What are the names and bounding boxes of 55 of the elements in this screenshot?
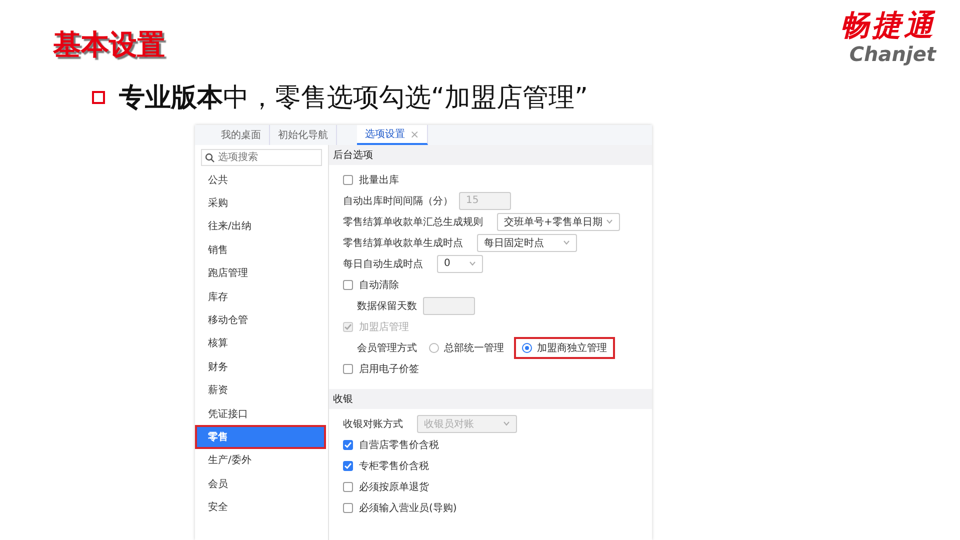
slide-title: 基本设置 <box>53 27 165 63</box>
search-field[interactable]: 选项搜索 <box>201 149 322 166</box>
sidebar-item[interactable]: 库存 <box>195 284 328 308</box>
sidebar-item[interactable]: 财务 <box>195 355 328 379</box>
field-label: 零售结算单收款单汇总生成规则 <box>343 216 483 228</box>
field-label: 每日自动生成时点 <box>343 258 423 270</box>
search-icon <box>205 153 215 163</box>
sidebar-item[interactable]: 薪资 <box>195 378 328 402</box>
dropdown[interactable]: 0 <box>437 254 483 272</box>
logo-latin: Chanjet <box>849 42 936 66</box>
caret-icon <box>503 421 510 426</box>
checkbox-label: 自营店零售价含税 <box>359 438 439 452</box>
checkbox-label: 专柜零售价含税 <box>359 460 429 472</box>
field-label: 零售结算单收款单生成时点 <box>343 236 463 250</box>
sidebar-item[interactable]: 核算 <box>195 332 328 356</box>
tab[interactable]: 选项设置 × <box>357 125 428 145</box>
bullet-text: 专业版本中，零售选项勾选“加盟店管理” <box>119 82 588 115</box>
tab[interactable]: 我的桌面 <box>213 125 270 145</box>
sidebar-item[interactable]: 生产/委外 <box>195 448 328 472</box>
caret-icon <box>563 240 570 245</box>
sidebar-item[interactable]: 零售 <box>195 425 326 449</box>
checkbox[interactable] <box>343 174 353 184</box>
field-label: 自动出库时间间隔（分） <box>343 194 453 208</box>
sidebar-item[interactable]: 移动仓管 <box>195 308 328 332</box>
field-label: 数据保留天数 <box>357 300 417 312</box>
checkbox-label: 必须按原单退货 <box>359 480 429 494</box>
checkbox[interactable] <box>343 440 353 450</box>
sidebar-item[interactable]: 往来/出纳 <box>195 214 328 238</box>
logo-name: 畅捷通 <box>840 7 936 44</box>
sidebar-item[interactable]: 凭证接口 <box>195 402 328 426</box>
dropdown[interactable]: 交班单号+零售单日期 <box>497 212 620 230</box>
checkbox[interactable] <box>343 364 353 374</box>
caret-icon <box>606 219 614 224</box>
checkbox-label: 启用电子价签 <box>359 362 419 376</box>
dropdown[interactable]: 每日固定时点 <box>477 234 577 252</box>
section-header: 后台选项 <box>329 145 652 165</box>
sidebar-item[interactable]: 公共 <box>195 168 328 192</box>
checkbox[interactable] <box>343 280 353 290</box>
field-label: 收银对账方式 <box>343 418 403 430</box>
field-label: 会员管理方式 <box>357 342 417 354</box>
checkbox[interactable] <box>343 482 353 492</box>
checkbox-label: 必须输入营业员(导购) <box>359 502 457 514</box>
checkbox[interactable] <box>343 502 353 512</box>
sidebar-item[interactable]: 安全 <box>195 495 328 519</box>
checkbox-label: 加盟店管理 <box>359 320 409 334</box>
section-header: 收银 <box>329 389 652 409</box>
sidebar-item[interactable]: 采购 <box>195 191 328 215</box>
sidebar-item[interactable]: 会员 <box>195 472 328 496</box>
caret-icon <box>469 261 476 266</box>
checkbox-label: 批量出库 <box>359 174 399 186</box>
sidebar-item[interactable]: 销售 <box>195 238 328 262</box>
checkbox[interactable] <box>343 460 353 470</box>
sidebar-item[interactable]: 跑店管理 <box>195 262 328 285</box>
bullet-icon <box>92 91 105 104</box>
checkbox-label: 自动清除 <box>359 278 399 292</box>
